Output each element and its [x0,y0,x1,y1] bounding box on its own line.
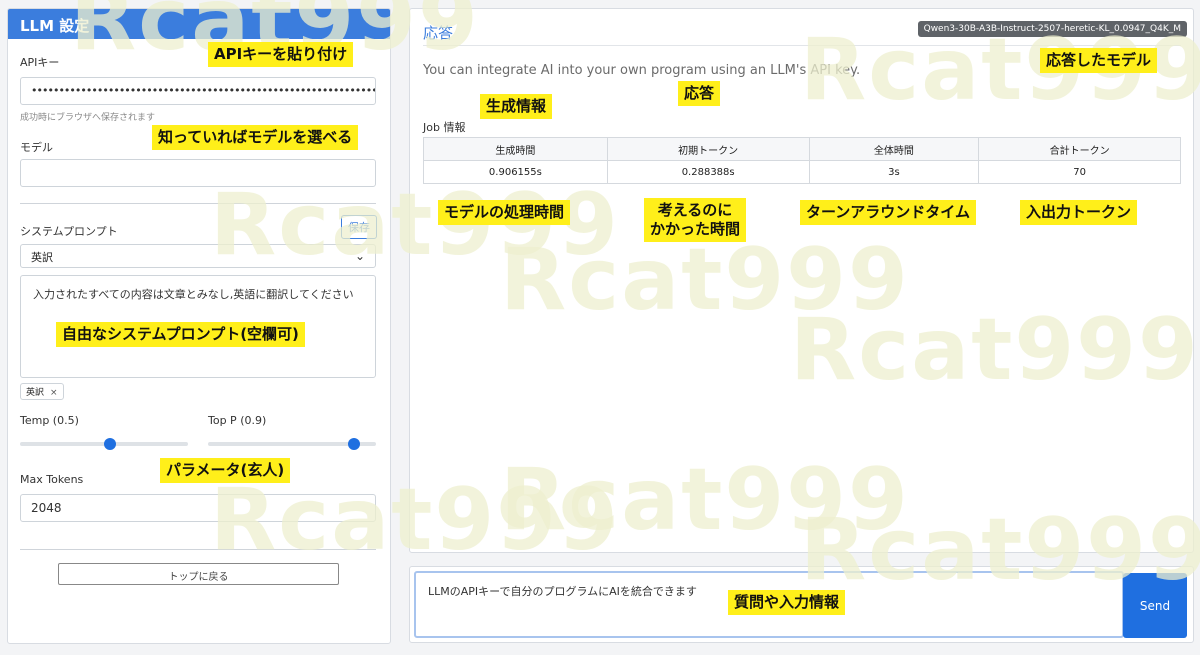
api-key-label: APIキー [20,56,60,69]
col-header: 全体時間 [808,137,980,161]
preset-select[interactable]: 英訳 ⌄ [20,244,376,268]
col-header: 合計トークン [978,137,1181,161]
model-label: モデル [20,141,53,154]
col-header: 生成時間 [423,137,608,161]
response-text: You can integrate AI into your own progr… [423,63,861,78]
annotation: 知っていればモデルを選べる [152,125,359,150]
table-cell: 0.288388s [606,160,810,184]
annotation: 入出力トークン [1020,200,1138,225]
system-prompt-label: システムプロンプト [20,225,118,238]
settings-title: LLM 設定 [8,9,390,39]
send-button[interactable]: Send [1123,573,1187,638]
divider [20,549,376,550]
response-title: 応答 [423,24,454,42]
job-info-label: Job 情報 [423,121,466,134]
api-key-input[interactable]: ••••••••••••••••••••••••••••••••••••••••… [20,77,376,105]
table-header-row: 生成時間 初期トークン 全体時間 合計トークン [423,137,1181,161]
divider [20,203,376,204]
col-header: 初期トークン [606,137,810,161]
annotation: モデルの処理時間 [438,200,571,225]
annotation: 応答したモデル [1040,48,1158,73]
table-row: 0.906155s 0.288388s 3s 70 [423,160,1181,184]
annotation: APIキーを貼り付け [208,42,354,67]
model-badge: Qwen3-30B-A3B-Instruct-2507-heretic-KL_0… [917,21,1187,37]
top-p-slider-thumb[interactable] [348,438,360,450]
top-p-label: Top P (0.9) [208,414,267,427]
annotation: 生成情報 [480,94,553,119]
annotation: ターンアラウンドタイム [800,200,976,225]
annotation: 応答 [678,81,721,106]
annotation: 自由なシステムプロンプト(空欄可) [56,322,305,347]
api-key-hint: 成功時にブラウザへ保存されます [20,113,156,123]
table-cell: 0.906155s [423,160,608,184]
table-cell: 3s [808,160,980,184]
temp-slider[interactable] [20,438,188,450]
chevron-down-icon: ⌄ [354,249,365,263]
max-tokens-label: Max Tokens [20,473,84,486]
back-to-top-button[interactable]: トップに戻る [58,563,339,585]
table-cell: 70 [978,160,1181,184]
save-button[interactable]: 保存 [341,215,377,239]
divider [423,45,1181,46]
temp-slider-thumb[interactable] [104,438,116,450]
close-icon[interactable]: × [50,388,58,398]
preset-chip: 英訳 × [20,383,64,400]
response-panel: 応答 Qwen3-30B-A3B-Instruct-2507-heretic-K… [409,8,1194,553]
job-info-table: 生成時間 初期トークン 全体時間 合計トークン 0.906155s 0.2883… [423,137,1181,184]
annotation: 質問や入力情報 [728,590,846,615]
annotation: 考えるのに かかった時間 [644,198,747,242]
model-input[interactable] [20,159,376,187]
temp-label: Temp (0.5) [20,414,79,427]
chip-label: 英訳 [26,388,45,398]
max-tokens-input[interactable]: 2048 [20,494,376,522]
top-p-slider[interactable] [208,438,376,450]
preset-selected: 英訳 [31,251,53,264]
annotation: パラメータ(玄人) [160,458,291,483]
